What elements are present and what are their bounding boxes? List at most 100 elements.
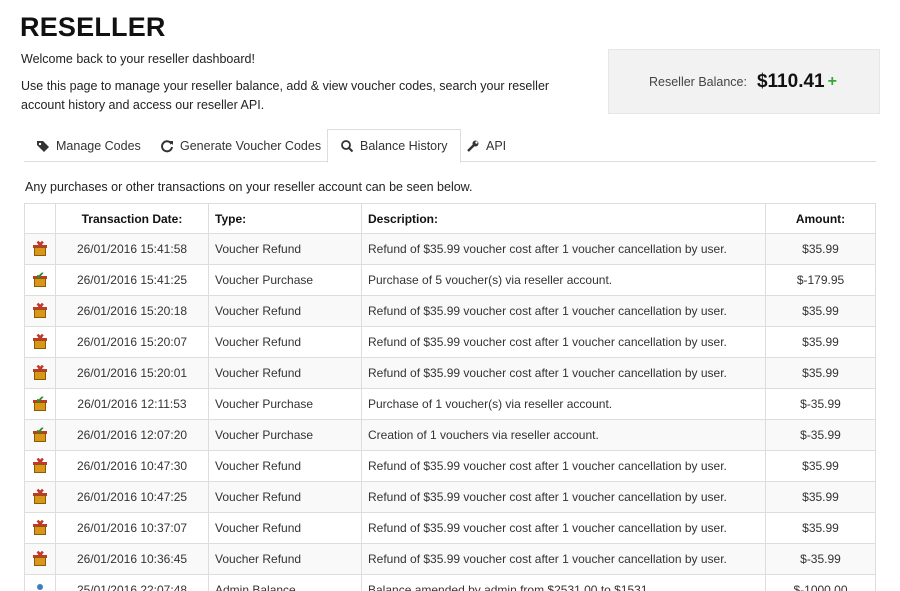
transactions-table: Transaction Date: Type: Description: Amo… [24,203,876,591]
row-icon-cell: ✖ [24,512,56,544]
page-title: RESELLER [20,12,166,42]
table-row: ✖ 26/01/2016 15:20:07 Voucher Refund Refund… [24,326,876,358]
transaction-description: Refund of $35.99 voucher cost after 1 vo… [361,512,766,544]
transaction-type: Voucher Refund [208,233,362,265]
tab-manage-codes[interactable]: Manage Codes [24,129,153,162]
transaction-amount: $35.99 [765,481,876,513]
table-row: ✔ 26/01/2016 12:11:53 Voucher Purchase Purc… [24,388,876,420]
refund-basket-icon: ✖ [33,365,47,381]
transaction-date: 26/01/2016 15:41:58 [55,233,209,265]
tab-bar: Manage Codes Generate Voucher Codes Bala… [24,129,876,163]
transaction-date: 26/01/2016 15:20:07 [55,326,209,358]
balance-value: $110.41 [756,70,825,92]
purchase-basket-icon: ✔ [33,396,47,412]
table-row: 25/01/2016 22:07:48 Admin Balance Balance … [24,574,876,591]
transaction-description: Refund of $35.99 voucher cost after 1 vo… [361,543,766,575]
transaction-amount: $35.99 [765,512,876,544]
transaction-date: 26/01/2016 10:47:25 [55,481,209,513]
transaction-type: Voucher Refund [208,295,362,327]
type-column-header: Type: [208,203,362,234]
transaction-type: Voucher Purchase [208,419,362,451]
transaction-amount: $35.99 [765,233,876,265]
transaction-description: Refund of $35.99 voucher cost after 1 vo… [361,295,766,327]
table-row: ✖ 26/01/2016 10:47:25 Voucher Refund Refund… [24,481,876,513]
transaction-amount: $35.99 [765,450,876,482]
tags-icon [36,139,50,153]
user-icon [33,584,47,591]
wrench-icon [466,139,480,153]
transaction-type: Voucher Refund [208,326,362,358]
refund-basket-icon: ✖ [33,458,47,474]
transaction-description: Refund of $35.99 voucher cost after 1 vo… [361,450,766,482]
tab-api[interactable]: API [454,129,518,162]
refund-basket-icon: ✖ [33,489,47,505]
transaction-type: Voucher Refund [208,357,362,389]
transaction-date: 25/01/2016 22:07:48 [55,574,209,591]
table-row: ✔ 26/01/2016 12:07:20 Voucher Purchase Crea… [24,419,876,451]
refund-basket-icon: ✖ [33,241,47,257]
transaction-date: 26/01/2016 15:41:25 [55,264,209,296]
transaction-date: 26/01/2016 10:47:30 [55,450,209,482]
table-row: ✖ 26/01/2016 10:37:07 Voucher Refund Refund… [24,512,876,544]
row-icon-cell: ✔ [24,264,56,296]
transactions-info-text: Any purchases or other transactions on y… [25,180,473,194]
transaction-amount: $-179.95 [765,264,876,296]
amount-column-header: Amount: [765,203,876,234]
transaction-amount: $-1000.00 [765,574,876,591]
tab-label: Generate Voucher Codes [180,138,322,153]
date-column-header: Transaction Date: [55,203,209,234]
transaction-amount: $-35.99 [765,388,876,420]
row-icon-cell: ✔ [24,419,56,451]
purchase-basket-icon: ✔ [33,272,47,288]
description-column-header: Description: [361,203,766,234]
transaction-type: Voucher Refund [208,450,362,482]
refund-basket-icon: ✖ [33,551,47,567]
table-row: ✔ 26/01/2016 15:41:25 Voucher Purchase Purc… [24,264,876,296]
table-row: ✖ 26/01/2016 15:41:58 Voucher Refund Refund… [24,233,876,265]
transaction-date: 26/01/2016 15:20:18 [55,295,209,327]
tab-label: Balance History [360,139,448,153]
table-header-row: Transaction Date: Type: Description: Amo… [24,203,876,234]
welcome-text: Welcome back to your reseller dashboard! [21,52,255,66]
purchase-basket-icon: ✔ [33,427,47,443]
tab-balance-history[interactable]: Balance History [327,129,461,163]
transaction-type: Voucher Refund [208,543,362,575]
transaction-type: Admin Balance [208,574,362,591]
transaction-amount: $35.99 [765,357,876,389]
table-row: ✖ 26/01/2016 10:36:45 Voucher Refund Refund… [24,543,876,575]
row-icon-cell: ✖ [24,233,56,265]
transaction-description: Purchase of 1 voucher(s) via reseller ac… [361,388,766,420]
transaction-description: Creation of 1 vouchers via reseller acco… [361,419,766,451]
tab-label: API [486,138,507,153]
transaction-date: 26/01/2016 10:37:07 [55,512,209,544]
transaction-description: Refund of $35.99 voucher cost after 1 vo… [361,481,766,513]
transaction-type: Voucher Purchase [208,264,362,296]
refund-basket-icon: ✖ [33,520,47,536]
refund-basket-icon: ✖ [33,334,47,350]
transaction-date: 26/01/2016 12:07:20 [55,419,209,451]
add-balance-button[interactable]: + [828,73,837,91]
transaction-amount: $35.99 [765,326,876,358]
transaction-description: Balance amended by admin from $2531.00 t… [361,574,766,591]
transaction-date: 26/01/2016 15:20:01 [55,357,209,389]
table-row: ✖ 26/01/2016 15:20:18 Voucher Refund Refund… [24,295,876,327]
icon-column-header [24,203,56,234]
balance-panel: Reseller Balance: $110.41 + [608,49,880,114]
transaction-date: 26/01/2016 10:36:45 [55,543,209,575]
transaction-description: Purchase of 5 voucher(s) via reseller ac… [361,264,766,296]
row-icon-cell: ✖ [24,357,56,389]
transaction-description: Refund of $35.99 voucher cost after 1 vo… [361,357,766,389]
row-icon-cell: ✖ [24,295,56,327]
row-icon-cell: ✔ [24,388,56,420]
transaction-type: Voucher Refund [208,481,362,513]
balance-label: Reseller Balance: [649,74,747,89]
transaction-description: Refund of $35.99 voucher cost after 1 vo… [361,326,766,358]
transaction-date: 26/01/2016 12:11:53 [55,388,209,420]
row-icon-cell [24,574,56,591]
transaction-amount: $35.99 [765,295,876,327]
refresh-icon [160,139,174,153]
refund-basket-icon: ✖ [33,303,47,319]
tab-generate-voucher-codes[interactable]: Generate Voucher Codes [148,129,333,162]
table-row: ✖ 26/01/2016 10:47:30 Voucher Refund Refund… [24,450,876,482]
tab-label: Manage Codes [56,138,141,153]
